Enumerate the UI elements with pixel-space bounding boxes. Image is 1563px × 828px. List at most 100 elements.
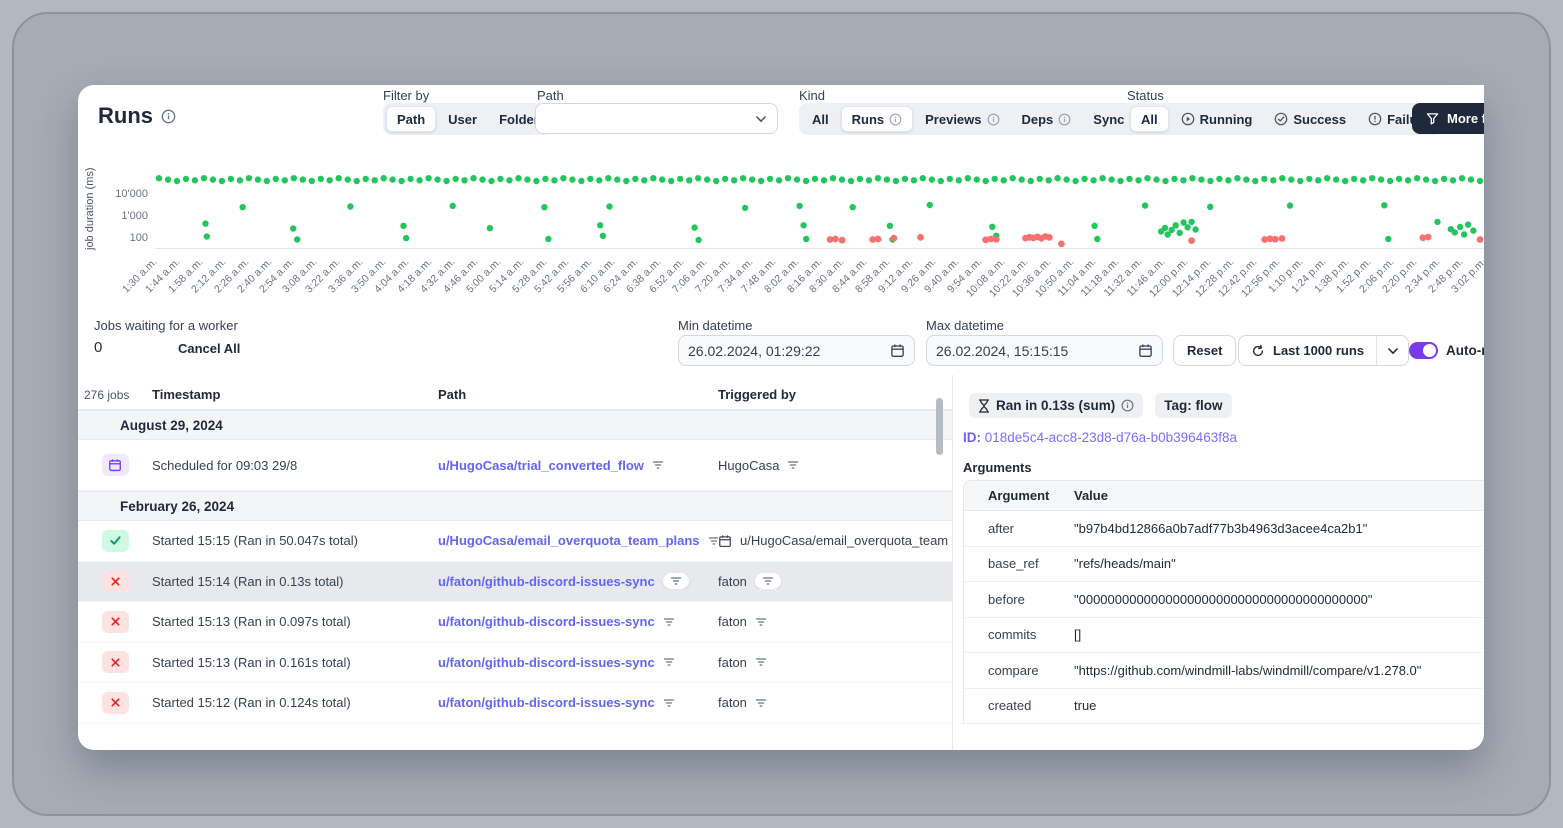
chart-point-success[interactable]	[796, 203, 802, 209]
chart-point-success[interactable]	[650, 175, 656, 181]
filter-funnel-icon[interactable]	[652, 459, 664, 471]
chart-point-success[interactable]	[929, 176, 935, 182]
info-icon[interactable]	[1121, 399, 1134, 412]
chart-point-success[interactable]	[1450, 177, 1456, 183]
cancel-all-button[interactable]: Cancel All	[178, 341, 240, 356]
chart-point-success[interactable]	[850, 204, 856, 210]
chart-point-success[interactable]	[294, 236, 300, 242]
filter-by-path-button[interactable]: Path	[386, 106, 436, 132]
chart-point-success[interactable]	[1153, 176, 1159, 182]
chart-point-success[interactable]	[1072, 178, 1078, 184]
chart-point-success[interactable]	[174, 178, 180, 184]
chart-point-success[interactable]	[452, 176, 458, 182]
chart-point-success[interactable]	[1414, 175, 1420, 181]
chart-point-success[interactable]	[461, 177, 467, 183]
chart-point-success[interactable]	[545, 236, 551, 242]
chart-point-success[interactable]	[202, 220, 208, 226]
job-row[interactable]: Scheduled for 09:03 29/8u/HugoCasa/trial…	[78, 440, 952, 491]
chart-point-success[interactable]	[291, 175, 297, 181]
chart-point-failure[interactable]	[875, 236, 882, 243]
chart-point-success[interactable]	[623, 178, 629, 184]
chart-point-success[interactable]	[887, 223, 893, 229]
chart-point-success[interactable]	[848, 178, 854, 184]
chart-point-success[interactable]	[965, 175, 971, 181]
chart-point-success[interactable]	[156, 175, 162, 181]
chart-point-success[interactable]	[1432, 178, 1438, 184]
chart-point-success[interactable]	[345, 176, 351, 182]
chart-point-success[interactable]	[497, 176, 503, 182]
chart-point-success[interactable]	[1094, 236, 1100, 242]
chart-point-success[interactable]	[902, 176, 908, 182]
chart-point-success[interactable]	[989, 224, 995, 230]
chart-point-failure[interactable]	[993, 236, 1000, 243]
chart-point-success[interactable]	[597, 222, 603, 228]
chart-point-success[interactable]	[1381, 202, 1387, 208]
chart-point-success[interactable]	[1261, 176, 1267, 182]
chart-point-success[interactable]	[587, 176, 593, 182]
chart-point-success[interactable]	[300, 176, 306, 182]
chart-point-success[interactable]	[821, 177, 827, 183]
chart-point-failure[interactable]	[917, 234, 924, 241]
chart-point-success[interactable]	[524, 176, 530, 182]
filter-funnel-icon[interactable]	[755, 697, 767, 709]
chart-point-success[interactable]	[731, 177, 737, 183]
chart-point-success[interactable]	[884, 176, 890, 182]
chart-point-success[interactable]	[1177, 230, 1183, 236]
chart-point-success[interactable]	[1465, 221, 1471, 227]
chart-point-success[interactable]	[336, 175, 342, 181]
chart-point-success[interactable]	[560, 175, 566, 181]
chart-point-success[interactable]	[1423, 176, 1429, 182]
chart-point-success[interactable]	[470, 175, 476, 181]
chart-point-success[interactable]	[600, 233, 606, 239]
chart-point-success[interactable]	[219, 178, 225, 184]
chart-point-failure[interactable]	[1046, 234, 1053, 241]
chart-point-success[interactable]	[1063, 176, 1069, 182]
run-id-value[interactable]: 018de5c4-acc8-23d8-d76a-b0b396463f8a	[985, 430, 1237, 445]
chart-point-success[interactable]	[327, 177, 333, 183]
chart-point-success[interactable]	[857, 176, 863, 182]
chart-point-success[interactable]	[541, 204, 547, 210]
chart-point-failure[interactable]	[1058, 241, 1065, 248]
chart-point-success[interactable]	[1324, 175, 1330, 181]
chart-point-success[interactable]	[228, 176, 234, 182]
chart-point-success[interactable]	[569, 176, 575, 182]
job-row[interactable]: Started 15:15 (Ran in 50.047s total)u/Hu…	[78, 521, 952, 562]
status-success-button[interactable]: Success	[1264, 106, 1356, 132]
calendar-icon[interactable]	[890, 343, 905, 358]
chart-point-success[interactable]	[425, 175, 431, 181]
chart-point-success[interactable]	[1207, 204, 1213, 210]
chart-point-success[interactable]	[927, 202, 933, 208]
chart-point-success[interactable]	[400, 223, 406, 229]
chart-point-success[interactable]	[1142, 202, 1148, 208]
chart-point-success[interactable]	[659, 176, 665, 182]
filter-pill[interactable]	[755, 573, 781, 589]
chart-point-success[interactable]	[479, 176, 485, 182]
chart-point-success[interactable]	[713, 178, 719, 184]
filter-funnel-icon[interactable]	[663, 656, 675, 668]
chart-point-success[interactable]	[1396, 176, 1402, 182]
chart-point-success[interactable]	[740, 175, 746, 181]
chart-point-success[interactable]	[1144, 175, 1150, 181]
chart-point-success[interactable]	[192, 177, 198, 183]
chart-point-success[interactable]	[1459, 175, 1465, 181]
chart-point-success[interactable]	[1243, 176, 1249, 182]
chart-point-success[interactable]	[1090, 177, 1096, 183]
chart-point-success[interactable]	[1046, 177, 1052, 183]
chart-point-success[interactable]	[381, 175, 387, 181]
chart-point-success[interactable]	[776, 177, 782, 183]
chart-point-success[interactable]	[1315, 177, 1321, 183]
chart-point-success[interactable]	[1135, 177, 1141, 183]
chart-point-success[interactable]	[551, 177, 557, 183]
filter-funnel-icon[interactable]	[708, 535, 718, 547]
table-scrollbar[interactable]	[936, 398, 943, 455]
chart-point-success[interactable]	[1189, 175, 1195, 181]
chart-point-success[interactable]	[992, 176, 998, 182]
chart-point-success[interactable]	[956, 177, 962, 183]
chart-point-success[interactable]	[893, 178, 899, 184]
chart-point-success[interactable]	[1081, 176, 1087, 182]
chart-point-success[interactable]	[201, 175, 207, 181]
chart-point-success[interactable]	[1054, 175, 1060, 181]
chart-point-success[interactable]	[947, 176, 953, 182]
chart-point-success[interactable]	[1207, 178, 1213, 184]
chart-point-failure[interactable]	[839, 237, 846, 244]
